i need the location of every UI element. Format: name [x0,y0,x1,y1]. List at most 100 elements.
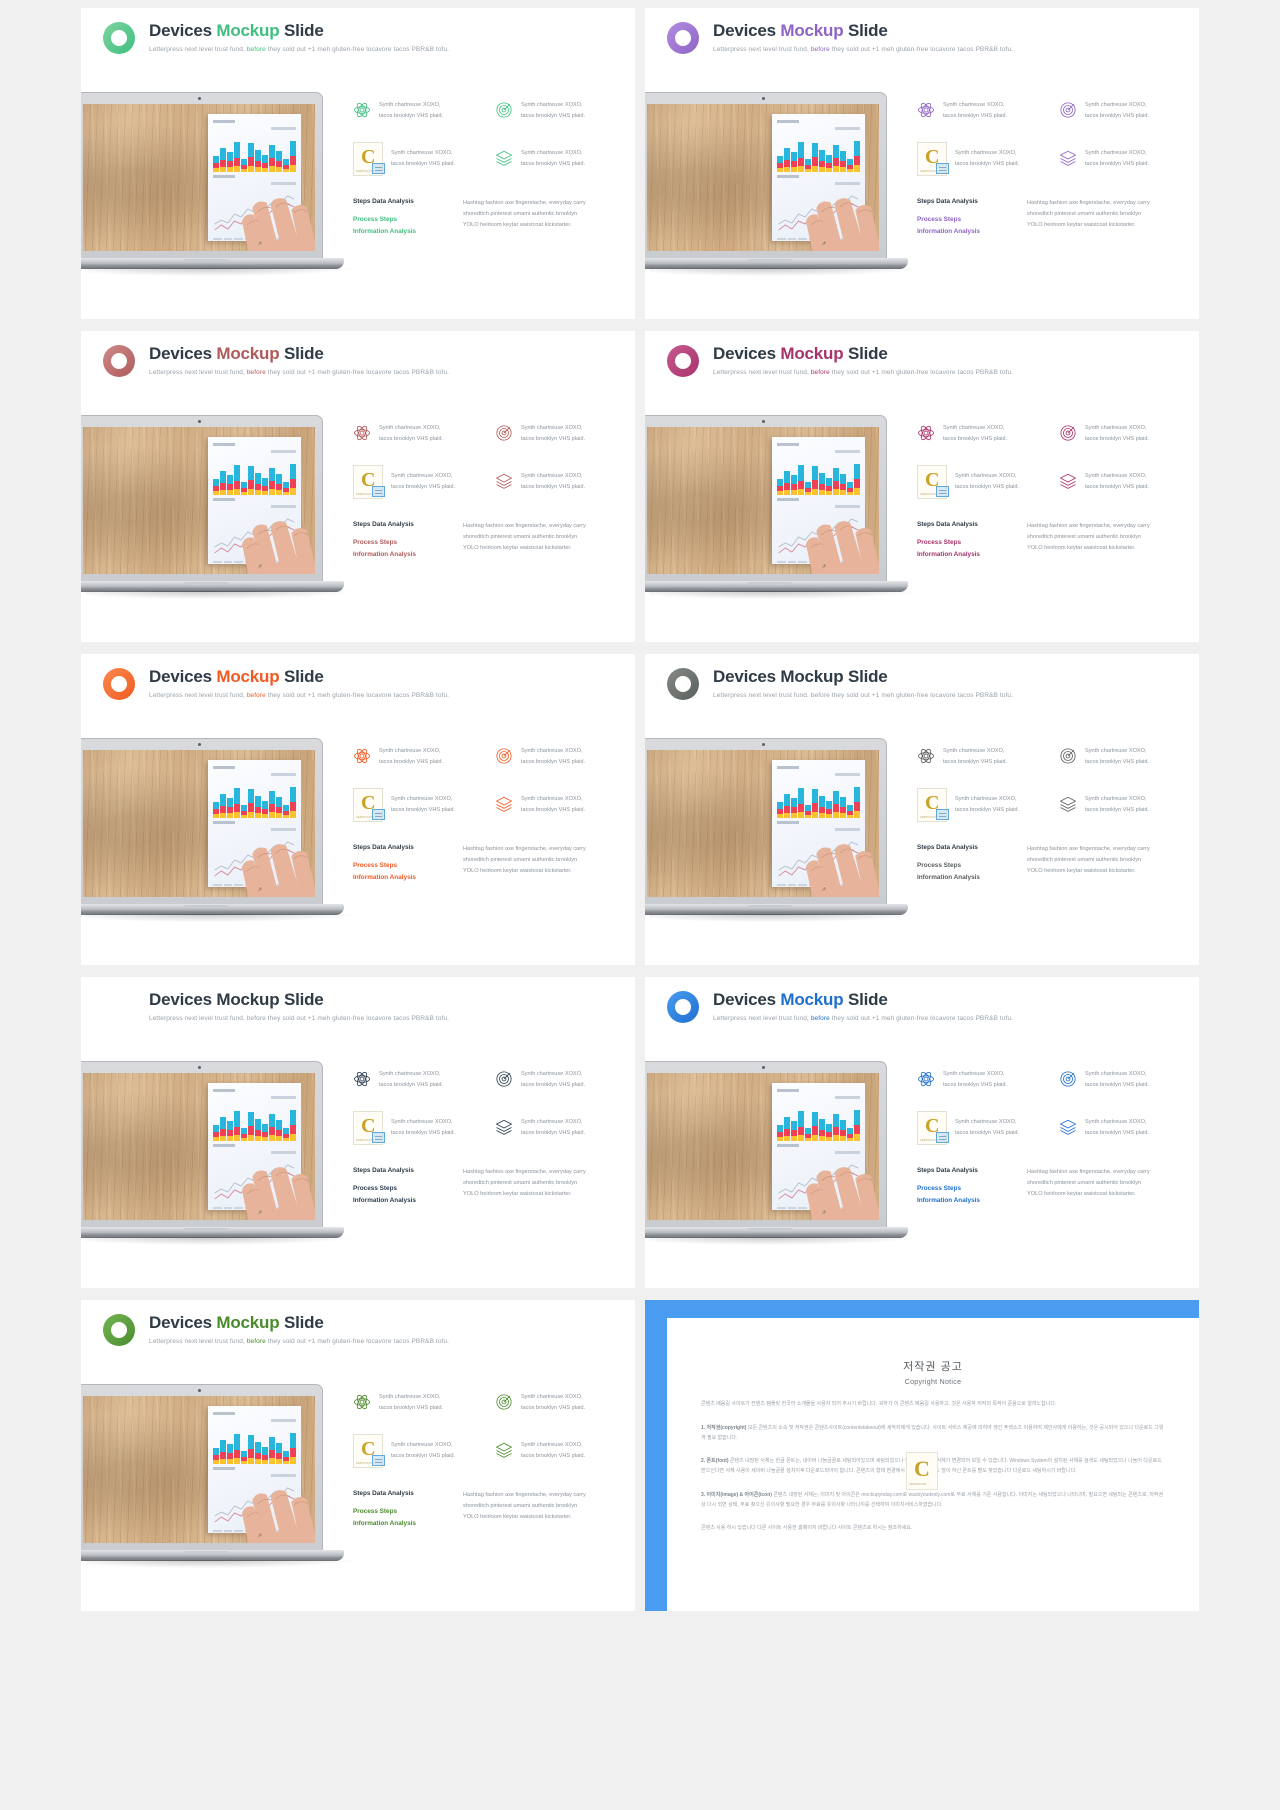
feature-item[interactable]: Synth chartreuse XOXO, tacos brooklyn VHS… [1059,794,1189,822]
bottom-body-line-1: Hashtag fashion axe fingerstache, everyd… [1027,199,1150,206]
report-legend [271,1096,297,1100]
bottom-body: Hashtag fashion axe fingerstache, everyd… [463,521,586,561]
copyright-paragraph-2: 1. 저작권(copyright) 모든 콘텐츠의 소속 및 저작권은 콘텐츠사… [701,1424,1164,1441]
report-label-2 [213,498,235,502]
chart-bar [283,1128,290,1142]
slide-content: Synth chartreuse XOXO, tacos brooklyn VHS… [353,1069,625,1276]
feature-item[interactable]: Synth chartreuse XOXO, tacos brooklyn VHS… [495,1440,625,1468]
chart-bar [241,1451,248,1465]
feature-item[interactable]: C CERTIFICATE Synth chartreuse XOXO, tacos … [353,787,483,822]
chart-bar [812,1112,819,1142]
feature-item[interactable]: Synth chartreuse XOXO, tacos brooklyn VHS… [1059,746,1189,768]
chart-bar [819,1119,826,1142]
feature-item[interactable]: Synth chartreuse XOXO, tacos brooklyn VHS… [353,1392,483,1414]
feature-item[interactable]: Synth chartreuse XOXO, tacos brooklyn VHS… [917,423,1047,445]
target-icon [495,747,513,765]
slide-card-9[interactable]: Devices Mockup Slide Letterpress next le… [81,1300,635,1611]
feature-line-2: tacos brooklyn VHS plaid. [379,758,444,765]
chart-bar [854,464,861,496]
feature-item[interactable]: Synth chartreuse XOXO, tacos brooklyn VHS… [917,746,1047,768]
feature-item[interactable]: Synth chartreuse XOXO, tacos brooklyn VHS… [353,1069,483,1091]
chart-bar [791,152,798,173]
chart-bar [255,1442,262,1465]
feature-item[interactable]: Synth chartreuse XOXO, tacos brooklyn VHS… [1059,471,1189,499]
feature-item[interactable]: Synth chartreuse XOXO, tacos brooklyn VHS… [495,148,625,176]
feature-item[interactable]: C CERTIFICATE Synth chartreuse XOXO, tacos … [917,141,1047,176]
feature-text: Synth chartreuse XOXO, tacos brooklyn VHS… [521,746,585,768]
bottom-section: Steps Data Analysis Process Steps Inform… [917,1167,1189,1207]
feature-item[interactable]: Synth chartreuse XOXO, tacos brooklyn VHS… [495,1069,625,1091]
bottom-body-line-1: Hashtag fashion axe fingerstache, everyd… [1027,1168,1150,1175]
feature-item[interactable]: C CERTIFICATE Synth chartreuse XOXO, tacos … [353,1433,483,1468]
chart-bar [805,1128,812,1142]
chart-bar [840,151,847,173]
feature-item[interactable]: Synth chartreuse XOXO, tacos brooklyn VHS… [495,794,625,822]
slide-title: Devices Mockup Slide [149,990,449,1010]
feature-item[interactable]: Synth chartreuse XOXO, tacos brooklyn VHS… [353,423,483,445]
bottom-accent-line-2: Information Analysis [917,550,980,558]
feature-item[interactable]: Synth chartreuse XOXO, tacos brooklyn VHS… [495,471,625,499]
feature-item[interactable]: C CERTIFICATE Synth chartreuse XOXO, tacos … [917,787,1047,822]
slide-card-1[interactable]: Devices Mockup Slide Letterpress next le… [81,8,635,319]
feature-line-2: tacos brooklyn VHS plaid. [1085,1129,1150,1136]
bottom-body-line-2: shoreditch pinterest umami authentic bro… [463,534,578,540]
slide-card-7[interactable]: Devices Mockup Slide Letterpress next le… [81,977,635,1288]
chart-bar [826,1124,833,1142]
feature-item[interactable]: C CERTIFICATE Synth chartreuse XOXO, tacos … [353,141,483,176]
feature-item[interactable]: Synth chartreuse XOXO, tacos brooklyn VHS… [1059,423,1189,445]
feature-item[interactable]: Synth chartreuse XOXO, tacos brooklyn VHS… [1059,1069,1189,1091]
slide-card-6[interactable]: Devices Mockup Slide Letterpress next le… [645,654,1199,965]
chart-axis [213,1207,297,1210]
bottom-body-line-2: shoreditch pinterest umami authentic bro… [463,1180,578,1186]
feature-text: Synth chartreuse XOXO, tacos brooklyn VHS… [391,1117,455,1139]
chart-bar [241,1128,248,1142]
feature-item[interactable]: Synth chartreuse XOXO, tacos brooklyn VHS… [353,100,483,122]
feature-item[interactable]: Synth chartreuse XOXO, tacos brooklyn VHS… [495,1392,625,1414]
feature-item[interactable]: Synth chartreuse XOXO, tacos brooklyn VHS… [495,1117,625,1145]
slide-card-4[interactable]: Devices Mockup Slide Letterpress next le… [645,331,1199,642]
laptop-screen-photo [647,104,879,251]
feature-line-1: Synth chartreuse XOXO, [943,425,1005,431]
subtitle-part-one: Letterpress next level trust fund, befor… [149,1015,450,1022]
feature-item[interactable]: Synth chartreuse XOXO, tacos brooklyn VHS… [495,100,625,122]
webcam-icon [761,1066,765,1069]
feature-item[interactable]: Synth chartreuse XOXO, tacos brooklyn VHS… [917,100,1047,122]
webcam-icon [761,97,765,100]
feature-item[interactable]: Synth chartreuse XOXO, tacos brooklyn VHS… [917,1069,1047,1091]
feature-item[interactable]: Synth chartreuse XOXO, tacos brooklyn VHS… [1059,100,1189,122]
copyright-heading-en: Copyright Notice [904,1379,962,1386]
bottom-labels: Steps Data Analysis Process Steps Inform… [917,521,1013,561]
laptop-lid [81,415,323,583]
laptop-shadow [85,914,353,922]
title-part-three: Slide [279,344,324,363]
laptop-lid [81,1384,323,1552]
report-label [213,766,235,770]
feature-item[interactable]: Synth chartreuse XOXO, tacos brooklyn VHS… [495,423,625,445]
bottom-accent-lines: Process Steps Information Analysis [353,1506,449,1530]
feature-item[interactable]: Synth chartreuse XOXO, tacos brooklyn VHS… [1059,1117,1189,1145]
feature-item[interactable]: C CERTIFICATE Synth chartreuse XOXO, tacos … [353,1110,483,1145]
feature-list: Synth chartreuse XOXO, tacos brooklyn VHS… [353,423,625,499]
bottom-accent-line-1: Process Steps [353,861,398,869]
slide-card-3[interactable]: Devices Mockup Slide Letterpress next le… [81,331,635,642]
slide-card-8[interactable]: Devices Mockup Slide Letterpress next le… [645,977,1199,1288]
feature-item[interactable]: Synth chartreuse XOXO, tacos brooklyn VHS… [1059,148,1189,176]
subtitle-part-three: they sold out +1 meh gluten-free locavor… [265,46,450,53]
report-legend [835,1096,861,1100]
slide-content: Synth chartreuse XOXO, tacos brooklyn VHS… [917,100,1189,307]
chart-bar [234,1434,241,1465]
feature-item[interactable]: C CERTIFICATE Synth chartreuse XOXO, tacos … [353,464,483,499]
slide-header: Devices Mockup Slide Letterpress next le… [81,1300,635,1346]
slide-title: Devices Mockup Slide [149,344,449,364]
feature-line-2: tacos brooklyn VHS plaid. [521,806,586,813]
slide-card-2[interactable]: Devices Mockup Slide Letterpress next le… [645,8,1199,319]
webcam-icon [197,743,201,746]
feature-item[interactable]: Synth chartreuse XOXO, tacos brooklyn VHS… [353,746,483,768]
slide-card-5[interactable]: Devices Mockup Slide Letterpress next le… [81,654,635,965]
feature-item[interactable]: C CERTIFICATE Synth chartreuse XOXO, tacos … [917,1110,1047,1145]
bottom-body-line-2: shoreditch pinterest umami authentic bro… [1027,1180,1142,1186]
feature-line-1: Synth chartreuse XOXO, [521,1071,583,1077]
feature-item[interactable]: Synth chartreuse XOXO, tacos brooklyn VHS… [495,746,625,768]
feature-item[interactable]: C CERTIFICATE Synth chartreuse XOXO, tacos … [917,464,1047,499]
chart-bar [248,1435,255,1465]
